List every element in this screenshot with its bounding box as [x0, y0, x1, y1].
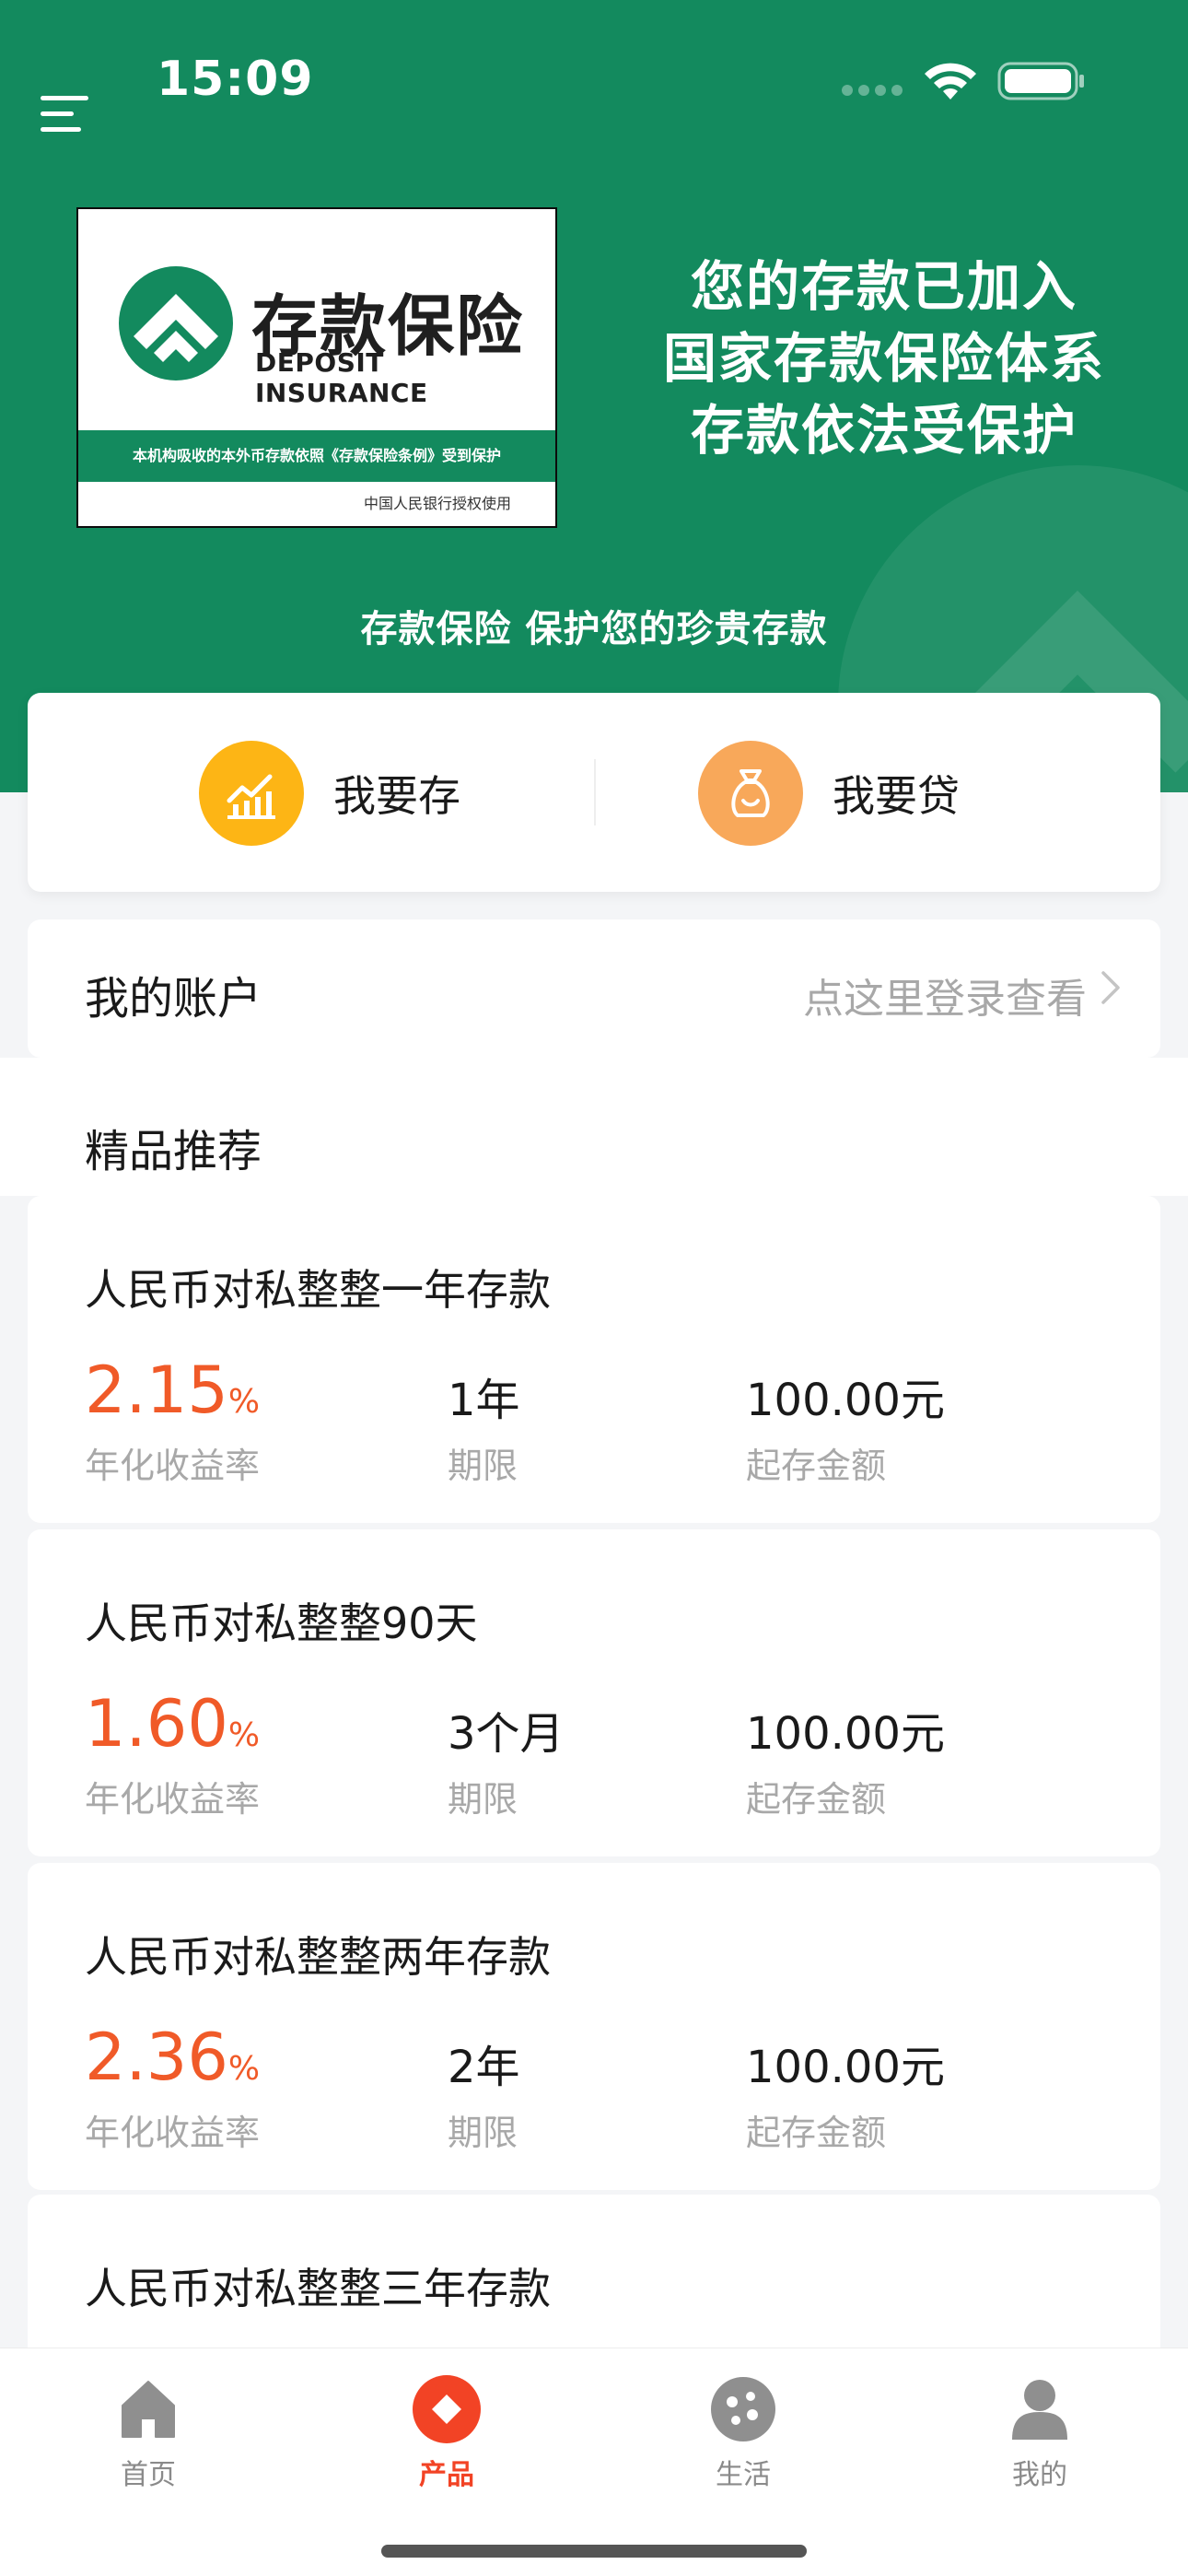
tab-label: 生活	[716, 2459, 771, 2491]
product-min-amount: 100.00元	[746, 1708, 945, 1760]
product-name: 人民币对私整整一年存款	[85, 1265, 551, 1315]
product-term: 3个月	[448, 1708, 565, 1760]
chevron-right-icon	[1101, 971, 1120, 1004]
slogan-line: 您的存款已加入	[690, 255, 1077, 318]
divider	[594, 759, 596, 825]
rate-unit: %	[227, 1716, 261, 1754]
money-bag-icon	[698, 741, 803, 846]
min-amount-label: 起存金额	[746, 1779, 887, 1820]
rate-label: 年化收益率	[85, 1779, 261, 1820]
login-link[interactable]: 点这里登录查看	[803, 966, 1087, 1025]
tab-life[interactable]: 生活	[670, 2372, 817, 2492]
product-min-amount: 100.00元	[746, 1375, 945, 1426]
product-name: 人民币对私整整三年存款	[85, 2264, 551, 2313]
product-icon	[373, 2372, 520, 2446]
term-label: 期限	[448, 1446, 518, 1486]
rate-value: 2.15	[85, 1352, 228, 1428]
hero-banner[interactable]: 15:09 存款保险 DEPOSIT INSURANCE 本机构吸收的本外币存款…	[0, 0, 1188, 792]
rate-label: 年化收益率	[85, 2113, 261, 2153]
home-icon	[75, 2372, 222, 2446]
product-card[interactable]: 人民币对私整整两年存款 2.36% 年化收益率 2年 期限 100.00元 起存…	[28, 1863, 1160, 2190]
product-rate: 2.36%	[85, 2020, 260, 2095]
section-title: 精品推荐	[85, 1126, 262, 1177]
deposit-insurance-badge: 存款保险 DEPOSIT INSURANCE 本机构吸收的本外币存款依照《存款保…	[76, 207, 557, 528]
loan-button[interactable]: 我要贷	[698, 741, 960, 846]
home-indicator[interactable]	[381, 2545, 807, 2558]
product-term: 1年	[448, 1375, 520, 1426]
product-name: 人民币对私整整90天	[85, 1598, 478, 1648]
tab-label: 首页	[121, 2459, 176, 2491]
account-label: 我的账户	[85, 973, 262, 1025]
term-label: 期限	[448, 2113, 518, 2153]
chart-up-icon	[199, 741, 304, 846]
battery-icon	[997, 62, 1084, 100]
hero-slogan: 您的存款已加入 国家存款保险体系 存款依法受保护	[608, 251, 1160, 466]
min-amount-label: 起存金额	[746, 1446, 887, 1486]
signal-icon	[842, 85, 903, 96]
deposit-label: 我要存	[333, 771, 460, 821]
badge-band-text: 本机构吸收的本外币存款依照《存款保险条例》受到保护	[78, 430, 555, 482]
profile-icon	[966, 2372, 1113, 2446]
status-time: 15:09	[157, 52, 314, 107]
deposit-insurance-logo-icon	[119, 266, 233, 381]
my-account-row[interactable]: 我的账户 点这里登录查看	[28, 919, 1160, 1058]
product-card[interactable]: 人民币对私整整一年存款 2.15% 年化收益率 1年 期限 100.00元 起存…	[28, 1196, 1160, 1523]
badge-subtitle: DEPOSIT INSURANCE	[255, 347, 428, 408]
product-name: 人民币对私整整两年存款	[85, 1932, 551, 1982]
deposit-button[interactable]: 我要存	[199, 741, 460, 846]
wifi-icon	[925, 63, 976, 100]
tab-label: 我的	[1012, 2459, 1067, 2491]
tab-home[interactable]: 首页	[75, 2372, 222, 2492]
rate-label: 年化收益率	[85, 1446, 261, 1486]
life-icon	[670, 2372, 817, 2446]
tab-mine[interactable]: 我的	[966, 2372, 1113, 2492]
menu-icon[interactable]	[37, 88, 92, 144]
loan-label: 我要贷	[833, 771, 960, 821]
slogan-line: 国家存款保险体系	[662, 327, 1105, 390]
product-term: 2年	[448, 2042, 520, 2093]
rate-unit: %	[227, 2050, 261, 2088]
tab-label: 产品	[419, 2459, 474, 2491]
slogan-line: 存款依法受保护	[690, 399, 1077, 462]
product-rate: 2.15%	[85, 1352, 260, 1428]
min-amount-label: 起存金额	[746, 2113, 887, 2153]
product-card[interactable]: 人民币对私整整90天 1.60% 年化收益率 3个月 期限 100.00元 起存…	[28, 1529, 1160, 1856]
tab-product[interactable]: 产品	[373, 2372, 520, 2492]
rate-unit: %	[227, 1383, 261, 1421]
term-label: 期限	[448, 1779, 518, 1820]
rate-value: 2.36	[85, 2020, 228, 2095]
badge-footer: 中国人民银行授权使用	[363, 495, 511, 512]
tab-bar: 首页 产品 生活 我的	[0, 2348, 1188, 2576]
product-rate: 1.60%	[85, 1686, 260, 1762]
quick-actions-card: 我要存 我要贷	[28, 693, 1160, 892]
product-min-amount: 100.00元	[746, 2042, 945, 2093]
hero-caption: 存款保险 保护您的珍贵存款	[360, 608, 828, 650]
rate-value: 1.60	[85, 1686, 228, 1762]
